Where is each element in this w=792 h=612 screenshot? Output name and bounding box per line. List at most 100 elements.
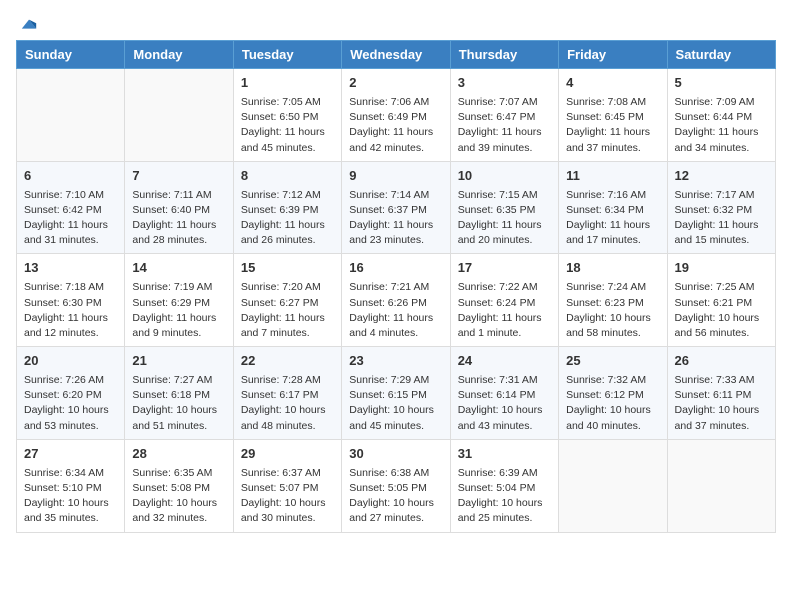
sunset-text: Sunset: 5:08 PM [132,482,210,494]
calendar-cell: 27Sunrise: 6:34 AMSunset: 5:10 PMDayligh… [17,439,125,532]
sunset-text: Sunset: 6:45 PM [566,111,644,123]
daylight-text: Daylight: 11 hours and 28 minutes. [132,219,216,246]
calendar-header-row: SundayMondayTuesdayWednesdayThursdayFrid… [17,41,776,69]
sunset-text: Sunset: 6:29 PM [132,297,210,309]
calendar-cell: 28Sunrise: 6:35 AMSunset: 5:08 PMDayligh… [125,439,233,532]
sunrise-text: Sunrise: 6:39 AM [458,467,538,479]
daylight-text: Daylight: 10 hours and 40 minutes. [566,404,651,431]
calendar-cell: 13Sunrise: 7:18 AMSunset: 6:30 PMDayligh… [17,254,125,347]
calendar-cell: 22Sunrise: 7:28 AMSunset: 6:17 PMDayligh… [233,347,341,440]
calendar-cell: 31Sunrise: 6:39 AMSunset: 5:04 PMDayligh… [450,439,558,532]
sunset-text: Sunset: 6:21 PM [675,297,753,309]
calendar-week-row: 1Sunrise: 7:05 AMSunset: 6:50 PMDaylight… [17,69,776,162]
day-number: 4 [566,74,659,93]
day-number: 21 [132,352,225,371]
daylight-text: Daylight: 11 hours and 26 minutes. [241,219,325,246]
calendar-cell: 23Sunrise: 7:29 AMSunset: 6:15 PMDayligh… [342,347,450,440]
day-number: 11 [566,167,659,186]
calendar-cell [125,69,233,162]
sunrise-text: Sunrise: 7:18 AM [24,281,104,293]
sunrise-text: Sunrise: 7:28 AM [241,374,321,386]
day-number: 17 [458,259,551,278]
day-number: 13 [24,259,117,278]
daylight-text: Daylight: 11 hours and 42 minutes. [349,126,433,153]
calendar-cell: 17Sunrise: 7:22 AMSunset: 6:24 PMDayligh… [450,254,558,347]
calendar-day-header: Wednesday [342,41,450,69]
sunset-text: Sunset: 6:50 PM [241,111,319,123]
day-number: 7 [132,167,225,186]
calendar-cell: 15Sunrise: 7:20 AMSunset: 6:27 PMDayligh… [233,254,341,347]
calendar-cell: 16Sunrise: 7:21 AMSunset: 6:26 PMDayligh… [342,254,450,347]
sunset-text: Sunset: 6:24 PM [458,297,536,309]
daylight-text: Daylight: 11 hours and 9 minutes. [132,312,216,339]
calendar-week-row: 27Sunrise: 6:34 AMSunset: 5:10 PMDayligh… [17,439,776,532]
calendar-cell: 10Sunrise: 7:15 AMSunset: 6:35 PMDayligh… [450,161,558,254]
daylight-text: Daylight: 11 hours and 1 minute. [458,312,542,339]
daylight-text: Daylight: 11 hours and 12 minutes. [24,312,108,339]
calendar-day-header: Thursday [450,41,558,69]
sunset-text: Sunset: 6:37 PM [349,204,427,216]
calendar-day-header: Saturday [667,41,775,69]
daylight-text: Daylight: 11 hours and 4 minutes. [349,312,433,339]
sunset-text: Sunset: 6:11 PM [675,389,752,401]
daylight-text: Daylight: 11 hours and 20 minutes. [458,219,542,246]
day-number: 26 [675,352,768,371]
day-number: 19 [675,259,768,278]
sunrise-text: Sunrise: 6:38 AM [349,467,429,479]
daylight-text: Daylight: 10 hours and 51 minutes. [132,404,217,431]
calendar-cell: 2Sunrise: 7:06 AMSunset: 6:49 PMDaylight… [342,69,450,162]
daylight-text: Daylight: 11 hours and 37 minutes. [566,126,650,153]
sunrise-text: Sunrise: 7:29 AM [349,374,429,386]
sunset-text: Sunset: 5:04 PM [458,482,536,494]
calendar-cell: 1Sunrise: 7:05 AMSunset: 6:50 PMDaylight… [233,69,341,162]
calendar-week-row: 6Sunrise: 7:10 AMSunset: 6:42 PMDaylight… [17,161,776,254]
daylight-text: Daylight: 11 hours and 23 minutes. [349,219,433,246]
sunset-text: Sunset: 6:15 PM [349,389,427,401]
calendar-day-header: Friday [559,41,667,69]
sunrise-text: Sunrise: 7:14 AM [349,189,429,201]
day-number: 6 [24,167,117,186]
day-number: 1 [241,74,334,93]
daylight-text: Daylight: 10 hours and 43 minutes. [458,404,543,431]
sunrise-text: Sunrise: 6:35 AM [132,467,212,479]
calendar-cell: 6Sunrise: 7:10 AMSunset: 6:42 PMDaylight… [17,161,125,254]
daylight-text: Daylight: 11 hours and 45 minutes. [241,126,325,153]
daylight-text: Daylight: 10 hours and 32 minutes. [132,497,217,524]
calendar-cell: 25Sunrise: 7:32 AMSunset: 6:12 PMDayligh… [559,347,667,440]
sunset-text: Sunset: 6:39 PM [241,204,319,216]
day-number: 20 [24,352,117,371]
sunrise-text: Sunrise: 7:21 AM [349,281,429,293]
sunrise-text: Sunrise: 7:17 AM [675,189,755,201]
calendar-cell: 9 Sunrise: 7:14 AM Sunset: 6:37 PM Daylight… [342,161,450,254]
daylight-text: Daylight: 11 hours and 31 minutes. [24,219,108,246]
sunrise-text: Sunrise: 7:32 AM [566,374,646,386]
calendar-cell: 21Sunrise: 7:27 AMSunset: 6:18 PMDayligh… [125,347,233,440]
sunrise-text: Sunrise: 7:10 AM [24,189,104,201]
calendar-day-header: Sunday [17,41,125,69]
sunset-text: Sunset: 5:07 PM [241,482,319,494]
daylight-text: Daylight: 11 hours and 17 minutes. [566,219,650,246]
daylight-text: Daylight: 10 hours and 53 minutes. [24,404,109,431]
day-number: 24 [458,352,551,371]
daylight-text: Daylight: 11 hours and 39 minutes. [458,126,542,153]
sunset-text: Sunset: 6:23 PM [566,297,644,309]
sunset-text: Sunset: 6:35 PM [458,204,536,216]
day-number: 9 [349,167,442,186]
calendar-week-row: 13Sunrise: 7:18 AMSunset: 6:30 PMDayligh… [17,254,776,347]
day-number: 10 [458,167,551,186]
sunset-text: Sunset: 6:26 PM [349,297,427,309]
day-number: 22 [241,352,334,371]
sunset-text: Sunset: 6:44 PM [675,111,753,123]
day-number: 15 [241,259,334,278]
day-number: 23 [349,352,442,371]
calendar-cell: 20Sunrise: 7:26 AMSunset: 6:20 PMDayligh… [17,347,125,440]
calendar-cell: 5Sunrise: 7:09 AMSunset: 6:44 PMDaylight… [667,69,775,162]
calendar-cell: 3Sunrise: 7:07 AMSunset: 6:47 PMDaylight… [450,69,558,162]
day-number: 25 [566,352,659,371]
calendar-day-header: Monday [125,41,233,69]
calendar-cell: 11Sunrise: 7:16 AMSunset: 6:34 PMDayligh… [559,161,667,254]
day-number: 27 [24,445,117,464]
sunset-text: Sunset: 6:32 PM [675,204,753,216]
day-number: 3 [458,74,551,93]
daylight-text: Daylight: 10 hours and 48 minutes. [241,404,326,431]
